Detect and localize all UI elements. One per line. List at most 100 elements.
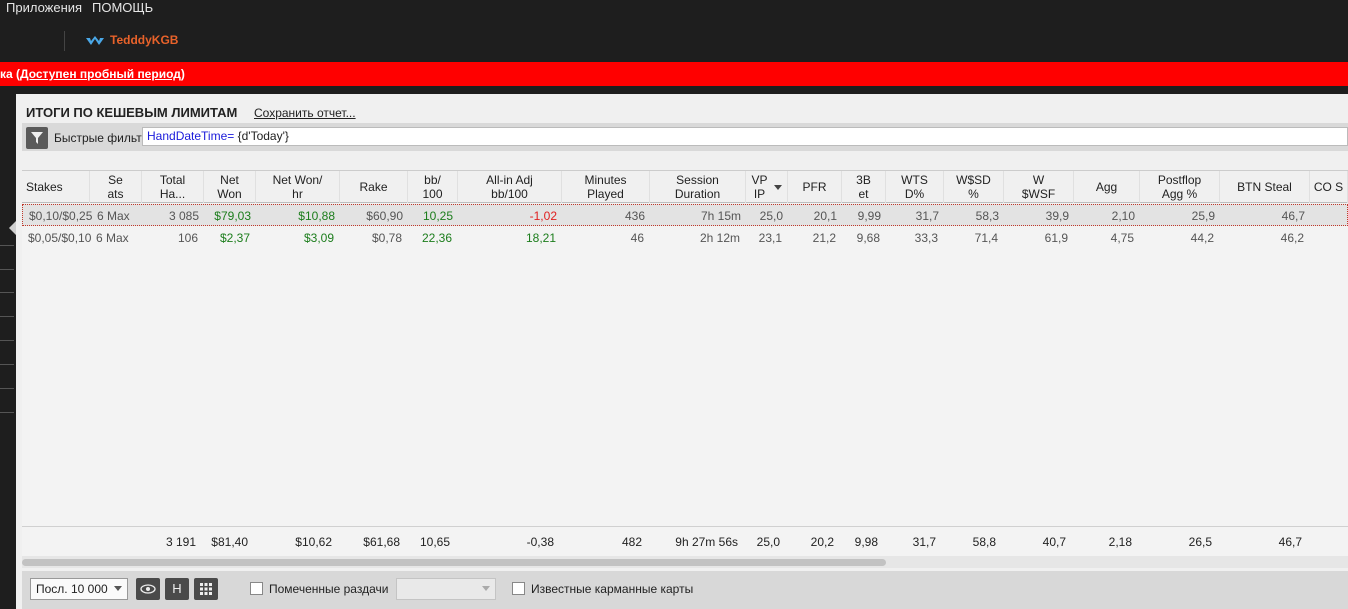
column-header[interactable]: Session Duration bbox=[650, 171, 746, 203]
collapse-arrow-icon[interactable] bbox=[9, 221, 16, 235]
table-row[interactable]: $0,10/$0,25 6 Max 3 085 $79,03 $10,88 $60,90 1… bbox=[22, 204, 1348, 226]
chevron-down-icon bbox=[114, 586, 122, 591]
column-header-label: All-in Adj bbox=[486, 173, 533, 187]
column-header-label: D% bbox=[904, 187, 925, 201]
table-cell: 46,2 bbox=[1280, 231, 1304, 245]
column-header-label: ats bbox=[107, 187, 124, 201]
bottom-toolbar: Посл. 10 000 H Помеченные раздачи Извест… bbox=[22, 571, 1348, 609]
table-cell: 6 Max bbox=[96, 231, 129, 245]
table-cell: 46 bbox=[630, 231, 644, 245]
table-cell: $0,10/$0,25 bbox=[29, 209, 93, 223]
menu-help[interactable]: ПОМОЩЬ bbox=[92, 0, 153, 16]
column-header-label: PFR bbox=[802, 180, 827, 194]
player-name[interactable]: TedddyKGB bbox=[110, 33, 178, 47]
grid-view-button[interactable] bbox=[194, 578, 218, 600]
eye-icon bbox=[140, 584, 156, 594]
column-header[interactable]: PFR bbox=[788, 171, 842, 203]
known-cards-checkbox[interactable] bbox=[512, 582, 525, 595]
sidebar-tab[interactable] bbox=[0, 364, 14, 365]
banner-suffix: ) bbox=[180, 67, 185, 81]
totals-cell: 3 191 bbox=[165, 535, 196, 549]
horizontal-scrollbar[interactable] bbox=[22, 556, 1348, 568]
h-button[interactable]: H bbox=[165, 578, 189, 600]
table-cell: 7h 15m bbox=[700, 209, 741, 223]
column-header[interactable]: VP IP bbox=[746, 171, 788, 203]
column-header[interactable]: Postflop Agg % bbox=[1140, 171, 1220, 203]
menu-apps[interactable]: Приложения bbox=[6, 0, 82, 16]
column-header[interactable]: CO S bbox=[1310, 171, 1348, 203]
view-button[interactable] bbox=[136, 578, 160, 600]
column-header[interactable]: W $WSF bbox=[1004, 171, 1074, 203]
known-cards-label: Известные карманные карты bbox=[531, 582, 694, 596]
table-cell: 23,1 bbox=[758, 231, 782, 245]
table-cell: $10,88 bbox=[298, 209, 335, 223]
totals-cell: 58,8 bbox=[972, 535, 996, 549]
poker-logo-icon bbox=[86, 36, 104, 45]
totals-cell: 40,7 bbox=[1042, 535, 1066, 549]
column-header[interactable]: All-in Adj bb/100 bbox=[458, 171, 562, 203]
column-header[interactable]: Se ats bbox=[90, 171, 142, 203]
marked-hands-checkbox[interactable] bbox=[250, 582, 263, 595]
table-cell: 58,3 bbox=[975, 209, 999, 223]
column-header[interactable]: WTS D% bbox=[886, 171, 944, 203]
marked-hands-select[interactable] bbox=[396, 578, 496, 600]
table-cell: 10,25 bbox=[422, 209, 453, 223]
hands-count-select[interactable]: Посл. 10 000 bbox=[30, 578, 128, 600]
save-report-link[interactable]: Сохранить отчет... bbox=[254, 106, 356, 120]
filter-value: {d'Today'} bbox=[234, 129, 289, 143]
table-cell: $79,03 bbox=[214, 209, 251, 223]
column-header[interactable]: Net Won/hr bbox=[256, 171, 340, 203]
sidebar-tab[interactable] bbox=[0, 316, 14, 317]
column-header[interactable]: Total Ha... bbox=[142, 171, 204, 203]
toolbar-divider bbox=[64, 31, 65, 51]
column-header[interactable]: Net Won bbox=[204, 171, 256, 203]
table-cell: $60,90 bbox=[366, 209, 403, 223]
table-cell: 71,4 bbox=[974, 231, 998, 245]
scrollbar-thumb[interactable] bbox=[22, 559, 886, 566]
column-header[interactable]: Agg bbox=[1074, 171, 1140, 203]
column-header-label: Stakes bbox=[26, 180, 63, 194]
table-cell: 39,9 bbox=[1045, 209, 1069, 223]
filter-keyword: HandDateTime= bbox=[147, 129, 235, 143]
column-header-label: Agg % bbox=[1161, 187, 1198, 201]
column-header-label: 3B bbox=[856, 173, 871, 187]
table-row[interactable]: $0,05/$0,10 6 Max 106 $2,37 $3,09 $0,78 22,36 1… bbox=[22, 227, 1348, 249]
table-cell: 4,75 bbox=[1110, 231, 1134, 245]
grid-icon bbox=[200, 583, 212, 595]
sidebar-tab[interactable] bbox=[0, 269, 14, 270]
column-header-label: W bbox=[1032, 173, 1045, 187]
column-header[interactable]: W$SD% bbox=[944, 171, 1004, 203]
column-header-label: Agg bbox=[1095, 180, 1118, 194]
trial-link[interactable]: Доступен пробный период bbox=[20, 67, 181, 81]
column-header-label: bb/ bbox=[424, 173, 441, 187]
left-sidebar-strip bbox=[0, 94, 16, 609]
marked-hands-label: Помеченные раздачи bbox=[269, 582, 389, 596]
sidebar-tab[interactable] bbox=[0, 245, 14, 246]
column-header-label: BTN Steal bbox=[1237, 180, 1292, 194]
totals-cell: -0,38 bbox=[526, 535, 554, 549]
column-header-label: Se bbox=[108, 173, 123, 187]
sidebar-tab[interactable] bbox=[0, 388, 14, 389]
table-cell: 46,7 bbox=[1281, 209, 1305, 223]
column-header[interactable]: Rake bbox=[340, 171, 408, 203]
column-header-label: Minutes bbox=[584, 173, 627, 187]
column-header[interactable]: Minutes Played bbox=[562, 171, 650, 203]
quick-filter-input[interactable]: HandDateTime= {d'Today'} bbox=[142, 127, 1348, 146]
column-header-label: Duration bbox=[674, 187, 721, 201]
sidebar-tab[interactable] bbox=[0, 412, 14, 413]
report-title: ИТОГИ ПО КЕШЕВЫМ ЛИМИТАМ bbox=[26, 105, 238, 120]
column-header[interactable]: Stakes bbox=[22, 171, 90, 203]
table-cell: 3 085 bbox=[168, 209, 199, 223]
sidebar-tab[interactable] bbox=[0, 340, 14, 341]
column-header-label: et bbox=[858, 187, 869, 201]
totals-cell: 10,65 bbox=[419, 535, 450, 549]
funnel-icon bbox=[31, 132, 43, 144]
sidebar-tab[interactable] bbox=[0, 292, 14, 293]
column-header[interactable]: 3B et bbox=[842, 171, 886, 203]
table-cell: 20,1 bbox=[813, 209, 837, 223]
grid-header: Stakes Se ats Total Ha... Net Won Net Won/hr Rak… bbox=[22, 171, 1348, 203]
column-header[interactable]: BTN Steal bbox=[1220, 171, 1310, 203]
trial-banner: ка (Доступен пробный период) bbox=[0, 62, 1348, 86]
filter-button[interactable] bbox=[26, 127, 48, 149]
column-header[interactable]: bb/100 bbox=[408, 171, 458, 203]
